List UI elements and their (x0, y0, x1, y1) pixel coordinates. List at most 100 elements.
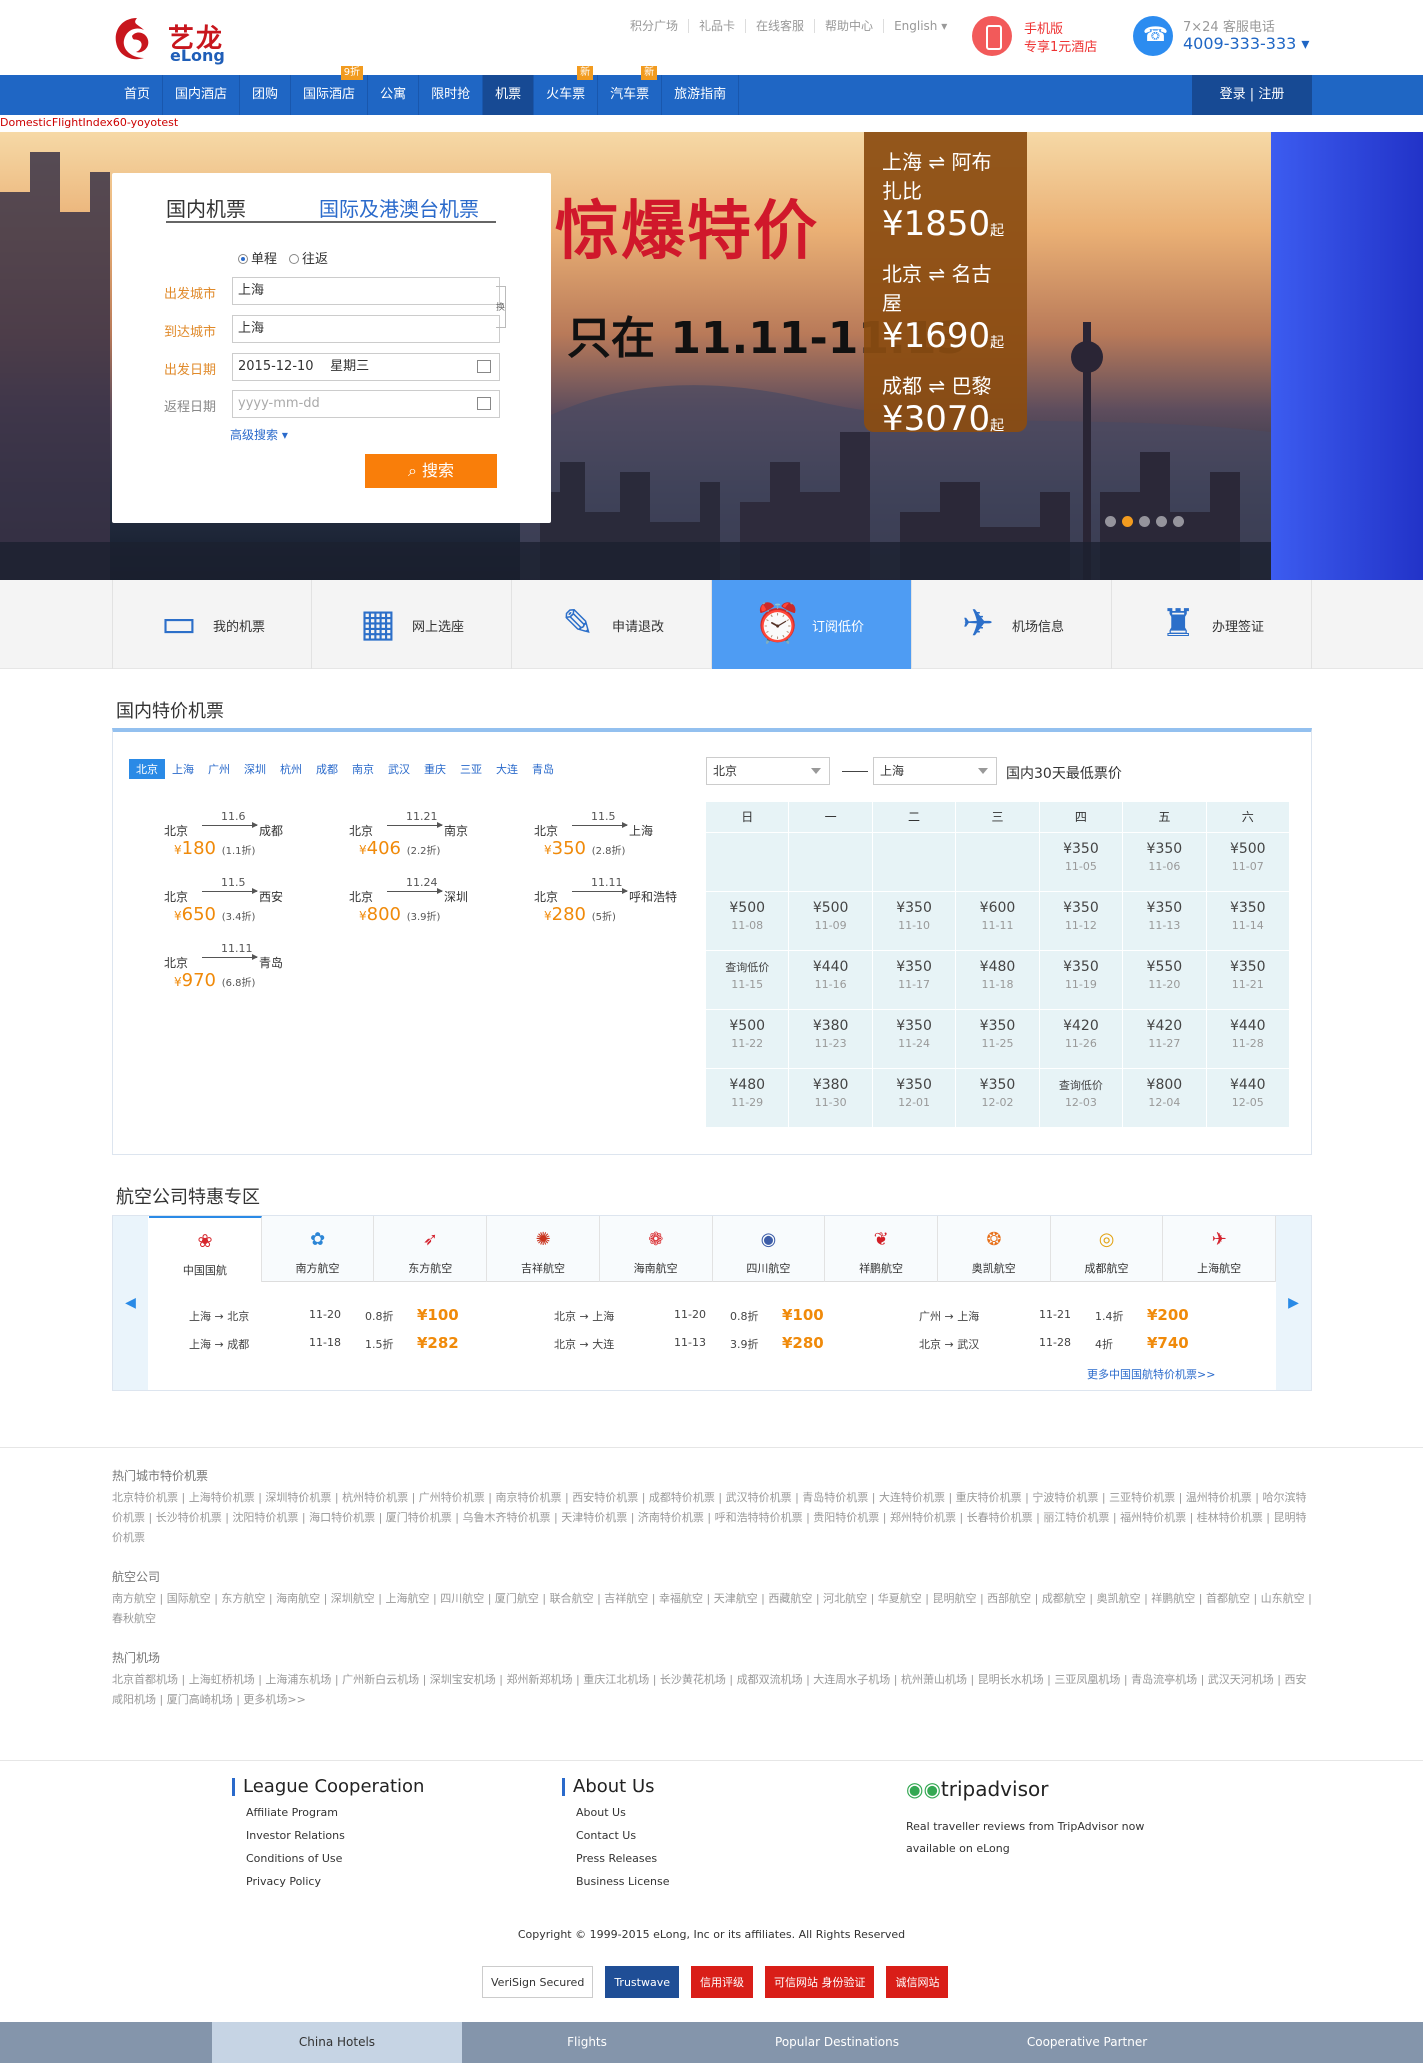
depart-date-input[interactable]: 2015-12-10 星期三 (232, 353, 500, 381)
airline-tab[interactable]: ❀ 中国国航 (149, 1216, 262, 1282)
deal-item[interactable]: 北京 11.11 青岛 ¥970 (6.8折) (129, 934, 319, 994)
oneway-radio[interactable]: 单程 (238, 248, 277, 267)
advanced-search-link[interactable]: 高级搜索 ▾ (230, 426, 288, 443)
quick-price-alert[interactable]: ⏰ 订阅低价 (712, 580, 912, 669)
elong-logo[interactable]: 艺龙 eLong (110, 12, 230, 65)
city-filter-item[interactable]: 上海 (165, 759, 201, 779)
airline-deal-row[interactable]: 北京 → 上海 11-20 0.8折 ¥100 (554, 1306, 904, 1326)
search-button[interactable]: ⌕ 搜索 (365, 454, 497, 488)
calendar-day[interactable]: ¥350 11-17 (872, 951, 956, 1009)
footer-link[interactable]: About Us (562, 1806, 822, 1819)
to-city-input[interactable]: 上海 (232, 315, 500, 343)
language-dropdown[interactable]: English ▾ (883, 19, 957, 33)
tab-intl-flights[interactable]: 国际及港澳台机票 (319, 193, 479, 222)
airline-tab[interactable]: ❂ 奥凯航空 (938, 1216, 1051, 1282)
swap-cities-button[interactable]: 换 (496, 286, 506, 328)
deal-item[interactable]: 北京 11.11 呼和浩特 ¥280 (5折) (499, 868, 689, 928)
carousel-dot[interactable] (1105, 516, 1116, 527)
calendar-day[interactable]: ¥350 11-14 (1206, 892, 1289, 950)
deal-item[interactable]: 北京 11.6 成都 ¥180 (1.1折) (129, 802, 319, 862)
carousel-dot[interactable] (1139, 516, 1150, 527)
tab-domestic-flights[interactable]: 国内机票 (166, 193, 246, 222)
nav-item-flash-sale[interactable]: 限时抢 (419, 75, 484, 115)
calendar-icon[interactable] (477, 360, 491, 373)
login-register-button[interactable]: 登录 | 注册 (1192, 75, 1312, 115)
airline-tab[interactable]: ✈ 上海航空 (1163, 1216, 1277, 1282)
calendar-day[interactable]: ¥350 11-10 (872, 892, 956, 950)
calendar-day[interactable]: ¥420 11-27 (1123, 1010, 1206, 1068)
route-to-select[interactable]: 上海 (873, 757, 997, 785)
airline-deal-row[interactable]: 北京 → 武汉 11-28 4折 ¥740 (919, 1334, 1269, 1354)
city-filter-item[interactable]: 成都 (309, 759, 345, 779)
city-filter-item[interactable]: 南京 (345, 759, 381, 779)
service-phone[interactable]: 7×24 客服电话 4009-333-333 ▾ (1133, 14, 1333, 58)
calendar-day[interactable]: ¥350 12-02 (956, 1069, 1039, 1127)
city-filter-item[interactable]: 大连 (489, 759, 525, 779)
hot-cities-list[interactable]: 北京特价机票 | 上海特价机票 | 深圳特价机票 | 杭州特价机票 | 广州特价… (112, 1488, 1317, 1548)
service-phone-number[interactable]: 4009-333-333 ▾ (1183, 34, 1309, 53)
route-from-select[interactable]: 北京 (706, 757, 830, 785)
quick-refund-change[interactable]: ✎ 申请退改 (512, 580, 712, 669)
deal-item[interactable]: 北京 11.5 西安 ¥650 (3.4折) (129, 868, 319, 928)
prev-arrow-icon[interactable]: ◀ (113, 1216, 148, 1390)
footer-link[interactable]: Business License (562, 1875, 822, 1888)
city-filter-item[interactable]: 杭州 (273, 759, 309, 779)
quick-my-tickets[interactable]: ▭ 我的机票 (112, 580, 312, 669)
airline-deal-row[interactable]: 北京 → 大连 11-13 3.9折 ¥280 (554, 1334, 904, 1354)
nav-item-domestic-hotels[interactable]: 国内酒店 (163, 75, 241, 115)
calendar-day[interactable]: ¥350 11-24 (872, 1010, 956, 1068)
calendar-day[interactable]: ¥500 11-22 (706, 1010, 789, 1068)
footer-link[interactable]: Investor Relations (232, 1829, 492, 1842)
carousel-dot[interactable] (1173, 516, 1184, 527)
footer-link[interactable]: Press Releases (562, 1852, 822, 1865)
airline-tab[interactable]: ◉ 四川航空 (713, 1216, 826, 1282)
footer-link[interactable]: Contact Us (562, 1829, 822, 1842)
calendar-day[interactable]: ¥420 11-26 (1039, 1010, 1123, 1068)
calendar-day[interactable]: ¥500 11-07 (1206, 833, 1289, 891)
credit-rating-badge[interactable]: 信用评级 (690, 1966, 753, 1998)
airline-tab[interactable]: ❦ 祥鹏航空 (825, 1216, 938, 1282)
calendar-day[interactable]: ¥380 11-30 (789, 1069, 872, 1127)
city-filter-item[interactable]: 深圳 (237, 759, 273, 779)
deal-item[interactable]: 北京 11.24 深圳 ¥800 (3.9折) (314, 868, 504, 928)
calendar-day[interactable]: ¥350 11-25 (956, 1010, 1039, 1068)
calendar-day[interactable]: ¥550 11-20 (1123, 951, 1206, 1009)
nav-item-apartments[interactable]: 公寓 (368, 75, 420, 115)
nav-item-home[interactable]: 首页 (112, 75, 164, 115)
return-date-input[interactable]: yyyy-mm-dd (232, 390, 500, 418)
airports-links-list[interactable]: 北京首都机场 | 上海虹桥机场 | 上海浦东机场 | 广州新白云机场 | 深圳宝… (112, 1670, 1317, 1710)
bottom-tab-china-hotels[interactable]: China Hotels (212, 2022, 462, 2063)
calendar-day[interactable]: ¥480 11-29 (706, 1069, 789, 1127)
calendar-icon[interactable] (477, 397, 491, 410)
airline-tab[interactable]: ✿ 南方航空 (262, 1216, 375, 1282)
carousel-dot-active[interactable] (1122, 516, 1133, 527)
mobile-promo[interactable]: 手机版 专享1元酒店 (972, 14, 1152, 58)
calendar-day[interactable]: ¥350 11-12 (1039, 892, 1123, 950)
airlines-links-list[interactable]: 南方航空 | 国际航空 | 东方航空 | 海南航空 | 深圳航空 | 上海航空 … (112, 1589, 1317, 1629)
airline-tab[interactable]: ✺ 吉祥航空 (487, 1216, 600, 1282)
airline-deal-row[interactable]: 上海 → 成都 11-18 1.5折 ¥282 (189, 1334, 539, 1354)
quick-seat-select[interactable]: ▦ 网上选座 (312, 580, 512, 669)
from-city-input[interactable]: 上海 (232, 277, 500, 305)
link-points-mall[interactable]: 积分广场 (620, 19, 688, 33)
nav-item-bus[interactable]: 汽车票 新 (598, 66, 663, 115)
more-airline-deals-link[interactable]: 更多中国国航特价机票>> (1087, 1366, 1215, 1382)
calendar-day[interactable]: ¥350 11-13 (1123, 892, 1206, 950)
calendar-day[interactable]: ¥800 12-04 (1123, 1069, 1206, 1127)
calendar-day[interactable]: ¥440 12-05 (1206, 1069, 1289, 1127)
calendar-day[interactable]: ¥480 11-18 (956, 951, 1039, 1009)
city-filter-item[interactable]: 武汉 (381, 759, 417, 779)
nav-item-group-buy[interactable]: 团购 (240, 75, 292, 115)
calendar-day[interactable]: ¥500 11-08 (706, 892, 789, 950)
footer-link[interactable]: Affiliate Program (232, 1806, 492, 1819)
carousel-dot[interactable] (1156, 516, 1167, 527)
city-filter-item[interactable]: 广州 (201, 759, 237, 779)
trusted-site-badge[interactable]: 可信网站 身份验证 (764, 1966, 875, 1998)
deal-item[interactable]: 北京 11.5 上海 ¥350 (2.8折) (499, 802, 689, 862)
calendar-day[interactable]: ¥440 11-28 (1206, 1010, 1289, 1068)
calendar-day[interactable]: 查询低价 11-15 (706, 951, 789, 1009)
integrity-site-badge[interactable]: 诚信网站 (886, 1966, 949, 1998)
calendar-day[interactable]: ¥440 11-16 (789, 951, 872, 1009)
link-gift-card[interactable]: 礼品卡 (688, 19, 745, 33)
link-online-service[interactable]: 在线客服 (745, 19, 814, 33)
